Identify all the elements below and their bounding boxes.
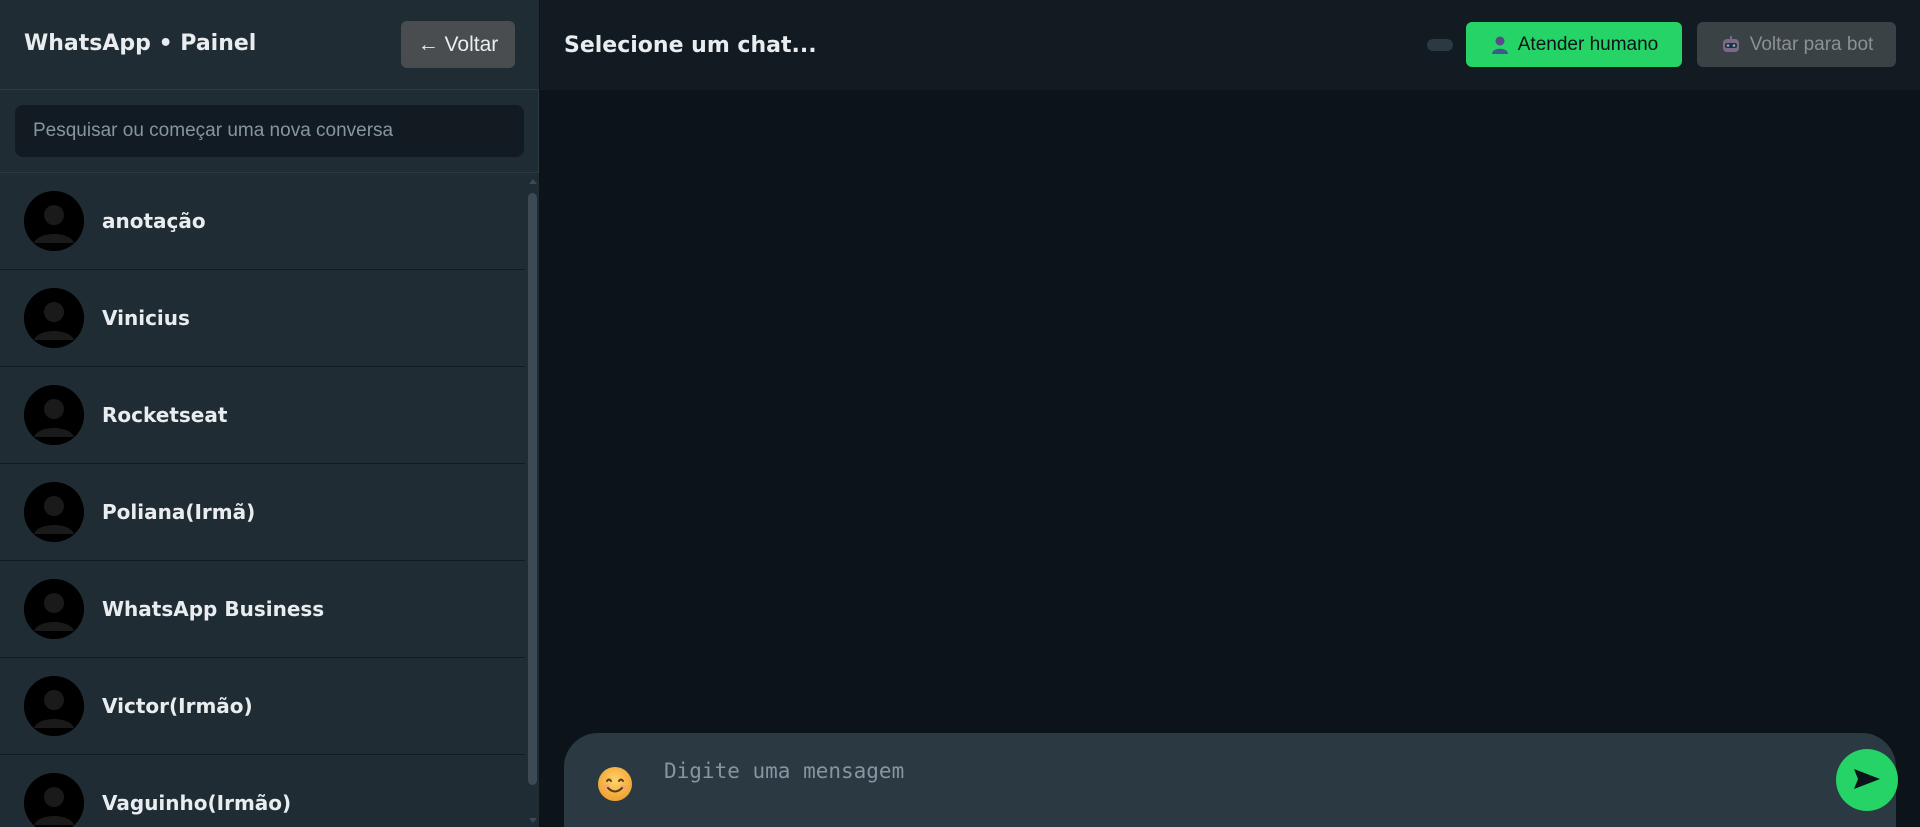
- chat-list-item[interactable]: Vaguinho(Irmão): [0, 755, 525, 827]
- chat-list-item[interactable]: Poliana(Irmã): [0, 464, 525, 561]
- chat-list: anotação Vinicius Rocketseat Poliana(Irm…: [0, 173, 525, 827]
- scroll-up-arrow-icon[interactable]: [529, 179, 537, 184]
- status-indicator: [1427, 39, 1453, 51]
- emoji-icon[interactable]: [596, 765, 634, 803]
- person-icon: [1490, 35, 1510, 55]
- avatar-icon: [24, 676, 84, 736]
- chat-name: Rocketseat: [102, 403, 228, 427]
- send-icon: [1852, 766, 1882, 795]
- return-to-bot-label: Voltar para bot: [1749, 33, 1874, 55]
- chat-name: Poliana(Irmã): [102, 500, 256, 524]
- chat-name: Vinicius: [102, 306, 190, 330]
- avatar-icon: [24, 773, 84, 827]
- chat-list-scrollbar[interactable]: [526, 173, 539, 827]
- app-title: WhatsApp • Painel: [24, 31, 257, 56]
- search-box: [15, 105, 524, 157]
- avatar-icon: [24, 191, 84, 251]
- chat-name: Vaguinho(Irmão): [102, 791, 292, 815]
- avatar-icon: [24, 385, 84, 445]
- scroll-down-arrow-icon[interactable]: [529, 818, 537, 823]
- avatar-icon: [24, 579, 84, 639]
- chat-header: Selecione um chat... Atender humano Volt…: [540, 0, 1920, 90]
- chat-name: anotação: [102, 209, 206, 233]
- chat-title: Selecione um chat...: [564, 33, 817, 58]
- chat-name: Victor(Irmão): [102, 694, 253, 718]
- sidebar-header: WhatsApp • Painel ← Voltar: [0, 0, 539, 90]
- avatar-icon: [24, 288, 84, 348]
- robot-icon: [1720, 35, 1742, 55]
- sidebar: WhatsApp • Painel ← Voltar anotação Vini…: [0, 0, 539, 827]
- avatar-icon: [24, 482, 84, 542]
- send-button[interactable]: [1836, 749, 1898, 811]
- back-button[interactable]: ← Voltar: [401, 21, 515, 68]
- chat-list-item[interactable]: Vinicius: [0, 270, 525, 367]
- chat-name: WhatsApp Business: [102, 597, 325, 621]
- chat-list-item[interactable]: WhatsApp Business: [0, 561, 525, 658]
- return-to-bot-button[interactable]: Voltar para bot: [1697, 22, 1896, 67]
- chat-list-item[interactable]: Victor(Irmão): [0, 658, 525, 755]
- chat-list-item[interactable]: anotação: [0, 173, 525, 270]
- message-composer: [564, 733, 1898, 827]
- scroll-thumb[interactable]: [528, 193, 537, 785]
- message-input[interactable]: [664, 751, 1754, 791]
- attend-human-button[interactable]: Atender humano: [1466, 22, 1682, 67]
- search-input[interactable]: [15, 105, 524, 157]
- chat-list-item[interactable]: Rocketseat: [0, 367, 525, 464]
- attend-human-label: Atender humano: [1517, 33, 1659, 55]
- message-area: [540, 90, 1920, 723]
- chat-panel: Selecione um chat... Atender humano Volt…: [540, 0, 1920, 827]
